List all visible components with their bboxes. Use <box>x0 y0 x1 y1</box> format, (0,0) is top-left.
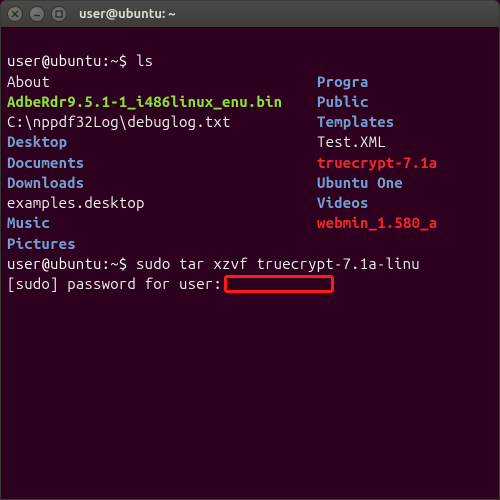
list-row: AdbeRdr9.5.1-1_i486linux_enu.binPublic <box>7 92 493 112</box>
list-row: Pictures <box>7 234 493 254</box>
titlebar: user@ubuntu: ~ <box>1 1 499 27</box>
list-item: examples.desktop <box>7 193 317 213</box>
list-row: examples.desktopVideos <box>7 193 493 213</box>
list-item: Progra <box>317 72 369 92</box>
command-sudo-tar: sudo tar xzvf truecrypt-7.1a-linu <box>136 255 420 272</box>
minimize-icon[interactable] <box>29 6 45 22</box>
list-item: Public <box>317 92 369 112</box>
list-item: AdbeRdr9.5.1-1_i486linux_enu.bin <box>7 92 317 112</box>
list-row: Documentstruecrypt-7.1a <box>7 153 493 173</box>
maximize-icon[interactable] <box>51 6 67 22</box>
close-icon[interactable] <box>7 6 23 22</box>
terminal-window: user@ubuntu: ~ user@ubuntu:~$ ls AboutPr… <box>0 0 500 500</box>
sudo-password-prompt: [sudo] password for user: <box>7 275 222 292</box>
list-row: DownloadsUbuntu One <box>7 173 493 193</box>
prompt: user@ubuntu:~$ <box>7 52 136 69</box>
prompt: user@ubuntu:~$ <box>7 255 136 272</box>
list-item: Music <box>7 213 317 233</box>
list-item: Videos <box>317 193 369 213</box>
list-item: About <box>7 72 317 92</box>
terminal-body[interactable]: user@ubuntu:~$ ls AboutPrograAdbeRdr9.5.… <box>1 27 499 319</box>
list-row: C:\nppdf32Log\debuglog.txtTemplates <box>7 112 493 132</box>
list-item: Pictures <box>7 234 317 254</box>
list-item: webmin_1.580_a <box>317 213 437 233</box>
list-row: DesktopTest.XML <box>7 132 493 152</box>
list-item: Templates <box>317 112 394 132</box>
password-input-highlight[interactable] <box>224 275 334 293</box>
command-ls: ls <box>136 52 153 69</box>
ls-listing: AboutPrograAdbeRdr9.5.1-1_i486linux_enu.… <box>7 72 493 254</box>
list-item: C:\nppdf32Log\debuglog.txt <box>7 112 317 132</box>
list-item: Downloads <box>7 173 317 193</box>
list-item: Documents <box>7 153 317 173</box>
list-item: Ubuntu One <box>317 173 403 193</box>
list-item: Test.XML <box>317 132 386 152</box>
list-item: truecrypt-7.1a <box>317 153 437 173</box>
list-row: Musicwebmin_1.580_a <box>7 213 493 233</box>
window-title: user@ubuntu: ~ <box>79 7 176 21</box>
list-item: Desktop <box>7 132 317 152</box>
list-row: AboutProgra <box>7 72 493 92</box>
